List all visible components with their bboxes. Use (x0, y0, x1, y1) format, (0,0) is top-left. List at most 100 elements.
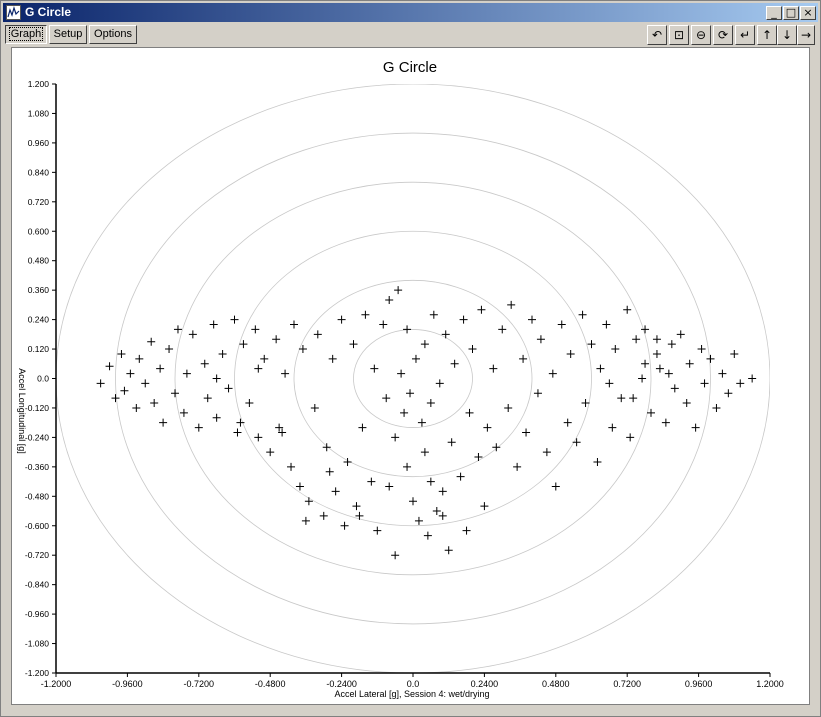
data-point (536, 335, 545, 344)
data-point (563, 418, 572, 427)
data-point (212, 374, 221, 383)
data-point (420, 340, 429, 349)
data-point (670, 384, 679, 393)
data-point (483, 423, 492, 432)
data-point (370, 364, 379, 373)
data-point (441, 330, 450, 339)
data-point (429, 310, 438, 319)
data-point (236, 418, 245, 427)
data-point (340, 521, 349, 530)
pan-down-icon[interactable]: ↓ (777, 25, 797, 45)
reference-circle (56, 84, 770, 673)
title-bar[interactable]: G Circle _ □ × (3, 3, 818, 22)
data-point (281, 369, 290, 378)
data-point (319, 511, 328, 520)
app-logo-icon (6, 5, 21, 20)
pan-right-icon[interactable]: → (797, 25, 815, 45)
data-point (400, 408, 409, 417)
data-point (480, 502, 489, 511)
data-point (361, 310, 370, 319)
data-point (126, 369, 135, 378)
data-point (426, 399, 435, 408)
y-tick-label: -0.120 (25, 403, 49, 413)
reference-circle (353, 329, 473, 428)
data-point (337, 315, 346, 324)
data-point (435, 379, 444, 388)
zoom-back-icon[interactable]: ↶ (647, 25, 667, 45)
data-point (325, 467, 334, 476)
data-point (313, 330, 322, 339)
data-point (498, 325, 507, 334)
data-point (260, 354, 269, 363)
data-point (117, 349, 126, 358)
scatter-chart[interactable]: G Circle -1.2000 -0.9600 -0.7200 -0.4800 -0.… (12, 48, 809, 704)
data-point (423, 531, 432, 540)
reference-circles (56, 84, 770, 673)
y-tick-label: 0.120 (28, 344, 50, 354)
tab-options[interactable]: Options (89, 25, 137, 44)
data-point (522, 428, 531, 437)
close-button[interactable]: × (800, 6, 816, 20)
data-point (304, 497, 313, 506)
maximize-button[interactable]: □ (783, 6, 799, 20)
y-tick-label: -1.200 (25, 668, 49, 678)
data-point (652, 349, 661, 358)
zoom-out-icon[interactable]: ⊖ (691, 25, 711, 45)
y-tick-label: -0.480 (25, 491, 49, 501)
zoom-box-icon[interactable]: ⊡ (669, 25, 689, 45)
y-tick-label: -0.360 (25, 462, 49, 472)
data-point (295, 482, 304, 491)
data-point (748, 374, 757, 383)
data-point (111, 394, 120, 403)
data-point (736, 379, 745, 388)
data-point (489, 364, 498, 373)
data-point (245, 399, 254, 408)
data-point (328, 354, 337, 363)
data-point (417, 418, 426, 427)
data-point (254, 433, 263, 442)
data-point (165, 345, 174, 354)
axes: -1.2000 -0.9600 -0.7200 -0.4800 -0.2400 0.0 0.… (25, 79, 784, 689)
tab-graph[interactable]: Graph (5, 25, 47, 44)
data-point (203, 394, 212, 403)
minimize-button[interactable]: _ (766, 6, 782, 20)
data-point (403, 325, 412, 334)
x-axis-label: Accel Lateral [g], Session 4: wet/drying (334, 689, 489, 699)
tab-setup[interactable]: Setup (49, 25, 87, 44)
data-point (352, 502, 361, 511)
data-point (477, 305, 486, 314)
data-point (655, 364, 664, 373)
data-point (132, 403, 141, 412)
data-point (218, 349, 227, 358)
data-point (438, 511, 447, 520)
data-point (147, 337, 156, 346)
data-point (414, 516, 423, 525)
y-tick-label: 0.480 (28, 256, 50, 266)
data-point (611, 345, 620, 354)
zoom-reset-icon[interactable]: ⟳ (713, 25, 733, 45)
data-point (230, 315, 239, 324)
data-point (188, 330, 197, 339)
y-tick-label: -0.600 (25, 521, 49, 531)
pan-left-icon[interactable]: ↵ (735, 25, 755, 45)
data-point (182, 369, 191, 378)
data-point (700, 379, 709, 388)
data-point (557, 320, 566, 329)
y-tick-label: 0.960 (28, 138, 50, 148)
data-point (513, 462, 522, 471)
pan-up-icon[interactable]: ↑ (757, 25, 777, 45)
data-point (602, 320, 611, 329)
data-point (661, 418, 670, 427)
data-point (349, 340, 358, 349)
data-point (730, 349, 739, 358)
data-point (438, 487, 447, 496)
data-point (676, 330, 685, 339)
y-tick-label: -0.960 (25, 609, 49, 619)
data-point (373, 526, 382, 535)
reference-circle (115, 132, 711, 625)
data-point (691, 423, 700, 432)
data-point (385, 295, 394, 304)
data-point (617, 394, 626, 403)
data-point (358, 423, 367, 432)
data-point (120, 386, 129, 395)
